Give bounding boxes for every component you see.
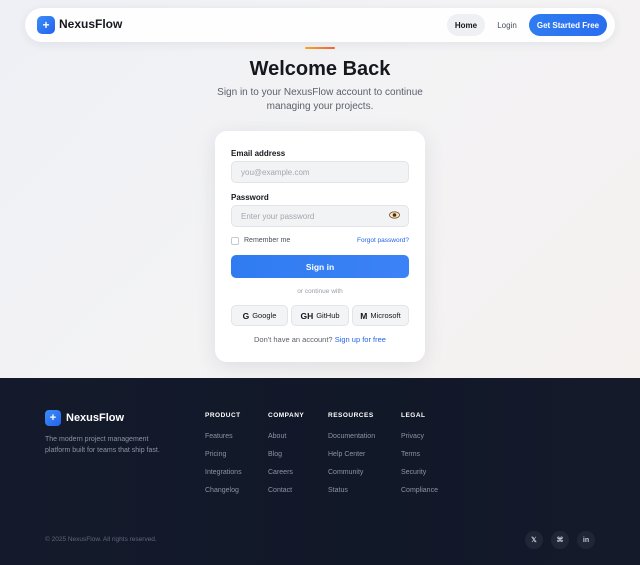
footer-link[interactable]: Contact: [268, 486, 304, 504]
email-field[interactable]: you@example.com: [231, 161, 409, 183]
page-subtitle: Sign in to your NexusFlow account to con…: [217, 87, 423, 112]
x-twitter-icon[interactable]: 𝕏: [525, 531, 543, 549]
forgot-password-link[interactable]: Forgot password?: [357, 237, 409, 244]
page-title: Welcome Back: [249, 58, 391, 80]
google-label: Google: [252, 311, 277, 320]
password-placeholder: Enter your password: [241, 211, 315, 221]
signup-prompt: Don't have an account?: [254, 335, 333, 344]
eye-icon[interactable]: [389, 211, 400, 221]
footer-link[interactable]: Compliance: [401, 486, 438, 504]
footer-link[interactable]: About: [268, 432, 304, 450]
github-label: GitHub: [316, 311, 340, 320]
footer-link[interactable]: Documentation: [328, 432, 375, 450]
brand-name[interactable]: NexusFlow: [59, 17, 122, 31]
footer-link[interactable]: Integrations: [205, 468, 242, 486]
microsoft-icon: M: [360, 310, 368, 321]
footer-link[interactable]: Status: [328, 486, 375, 504]
footer-link[interactable]: Features: [205, 432, 242, 450]
microsoft-signin-button[interactable]: M Microsoft: [352, 305, 409, 326]
linkedin-icon[interactable]: in: [577, 531, 595, 549]
email-label: Email address: [231, 149, 286, 158]
footer-column-product: PRODUCT Features Pricing Integrations Ch…: [205, 412, 242, 504]
login-card: Email address you@example.com Password E…: [215, 131, 425, 362]
signup-link[interactable]: Sign up for free: [335, 335, 386, 344]
footer-link[interactable]: Community: [328, 468, 375, 486]
footer-link[interactable]: Careers: [268, 468, 304, 486]
accent-divider: [305, 47, 335, 49]
logo-icon: +: [37, 16, 55, 34]
footer-link[interactable]: Security: [401, 468, 438, 486]
password-field[interactable]: Enter your password: [231, 205, 409, 227]
footer-link[interactable]: Privacy: [401, 432, 438, 450]
footer-column-company: COMPANY About Blog Careers Contact: [268, 412, 304, 504]
copyright-text: © 2025 NexusFlow. All rights reserved.: [45, 536, 157, 543]
nav-login-link[interactable]: Login: [491, 14, 523, 36]
password-label: Password: [231, 193, 269, 202]
footer-column-title: COMPANY: [268, 412, 305, 419]
continue-with-divider: or continue with: [297, 288, 343, 295]
footer-link[interactable]: Changelog: [205, 486, 242, 504]
microsoft-label: Microsoft: [370, 311, 401, 320]
get-started-button[interactable]: Get Started Free: [529, 14, 607, 36]
footer-column-title: PRODUCT: [205, 412, 241, 419]
remember-me-checkbox[interactable]: [231, 237, 239, 245]
footer-column-title: RESOURCES: [328, 412, 374, 419]
github-icon: GH: [300, 310, 314, 321]
footer-link[interactable]: Help Center: [328, 450, 375, 468]
footer-logo-icon: +: [45, 410, 61, 426]
sign-in-button[interactable]: Sign in: [231, 255, 409, 278]
google-signin-button[interactable]: G Google: [231, 305, 288, 326]
footer-link[interactable]: Blog: [268, 450, 304, 468]
github-signin-button[interactable]: GH GitHub: [291, 305, 349, 326]
footer-column-resources: RESOURCES Documentation Help Center Comm…: [328, 412, 375, 504]
footer-column-legal: LEGAL Privacy Terms Security Compliance: [401, 412, 438, 504]
signup-prompt-row: Don't have an account? Sign up for free: [215, 335, 425, 344]
remember-me-label[interactable]: Remember me: [244, 237, 290, 244]
google-icon: G: [242, 310, 250, 321]
top-navigation: + NexusFlow Home Login Get Started Free: [25, 8, 615, 42]
site-footer: + NexusFlow The modern project managemen…: [0, 378, 640, 565]
footer-tagline: The modern project management platform b…: [45, 436, 160, 454]
footer-column-title: LEGAL: [401, 412, 426, 419]
command-icon[interactable]: ⌘: [551, 531, 569, 549]
footer-brand-name[interactable]: NexusFlow: [66, 412, 124, 424]
footer-link[interactable]: Pricing: [205, 450, 242, 468]
email-placeholder: you@example.com: [241, 167, 310, 177]
nav-home-link[interactable]: Home: [447, 14, 485, 36]
footer-link[interactable]: Terms: [401, 450, 438, 468]
